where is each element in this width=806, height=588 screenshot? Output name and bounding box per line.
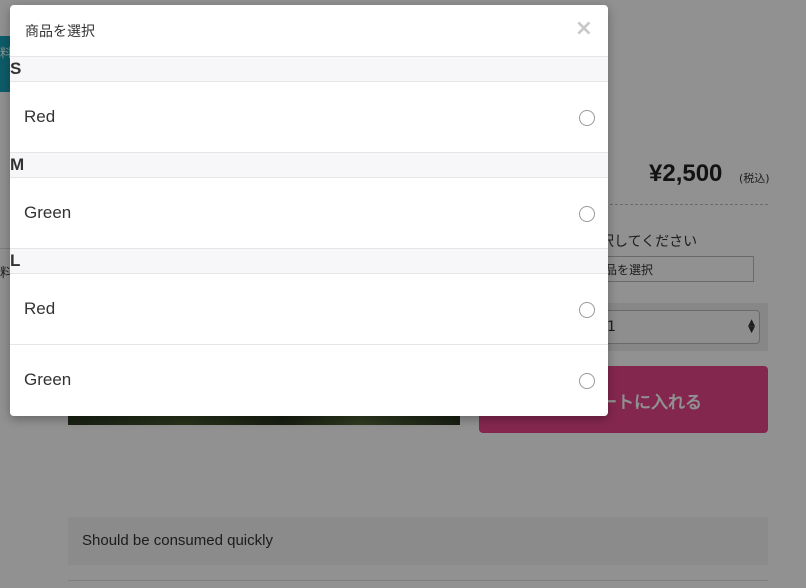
product-select-modal: 商品を選択 × S Red M Green L Red Green [10, 5, 608, 416]
option-label: Red [24, 107, 56, 126]
modal-title: 商品を選択 [25, 24, 95, 40]
group-header-s: S [10, 57, 608, 82]
group-label: S [10, 59, 22, 78]
modal-header: 商品を選択 × [10, 5, 608, 57]
group-label: M [10, 155, 25, 174]
radio-button[interactable] [579, 206, 595, 222]
option-label: Green [24, 370, 72, 389]
option-l-green[interactable]: Green [10, 345, 608, 416]
option-label: Green [24, 203, 72, 222]
group-header-l: L [10, 249, 608, 274]
option-s-red[interactable]: Red [10, 82, 608, 153]
group-label: L [10, 251, 21, 270]
option-label: Red [24, 299, 56, 318]
option-m-green[interactable]: Green [10, 178, 608, 249]
option-l-red[interactable]: Red [10, 274, 608, 345]
close-icon[interactable]: × [575, 18, 593, 40]
group-header-m: M [10, 153, 608, 178]
radio-button[interactable] [579, 302, 595, 318]
radio-button[interactable] [579, 110, 595, 126]
radio-button[interactable] [579, 373, 595, 389]
